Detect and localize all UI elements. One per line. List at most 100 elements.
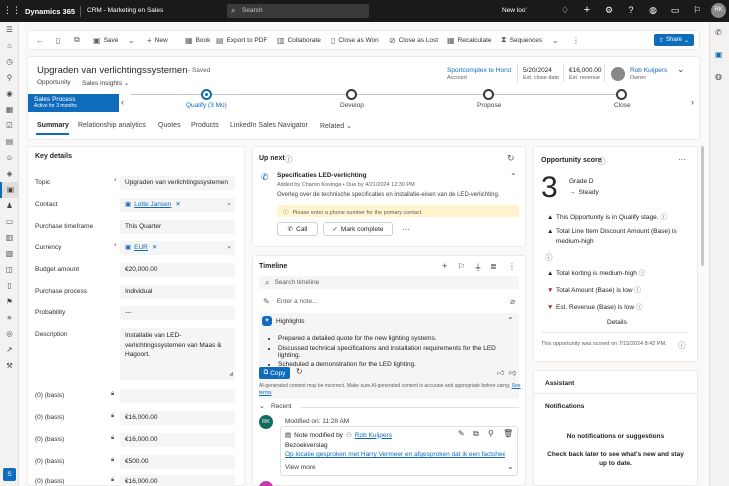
- share-button[interactable]: ⇪ Share ⌄: [654, 34, 694, 46]
- tab-summary[interactable]: Summary: [37, 122, 69, 129]
- copilot-icon[interactable]: ◍: [647, 5, 659, 16]
- mark-complete-button[interactable]: ✓ Mark complete: [323, 222, 393, 236]
- task-title[interactable]: Specificaties LED-verlichting: [277, 172, 367, 179]
- sequences-button[interactable]: ⧗ Sequences: [501, 31, 542, 49]
- remove-icon[interactable]: ✕: [152, 241, 157, 255]
- book-button[interactable]: ▦ Book: [185, 31, 210, 49]
- documents-icon[interactable]: ▯: [0, 278, 19, 294]
- filter-icon[interactable]: ⏚: [474, 262, 482, 273]
- bpf-stage-close[interactable]: [616, 89, 627, 100]
- edit-icon[interactable]: ✎: [458, 429, 465, 438]
- details-link[interactable]: Details: [607, 319, 627, 326]
- chevron-up-icon[interactable]: ⌃: [507, 316, 514, 325]
- info-icon[interactable]: ⓘ: [285, 154, 293, 165]
- pin-icon[interactable]: ⚲: [488, 429, 494, 438]
- competitors-icon[interactable]: ♟: [0, 198, 19, 214]
- info-icon[interactable]: ⓘ: [660, 214, 667, 221]
- new-button[interactable]: + New: [147, 31, 168, 49]
- note-input[interactable]: ✎ Enter a note... ⌀: [259, 295, 519, 308]
- forecasts-icon[interactable]: ↗: [0, 342, 19, 358]
- probability-field[interactable]: ---: [120, 306, 235, 320]
- chevron-right-icon[interactable]: ›: [691, 97, 694, 107]
- tab-linkedin-sales-navigator[interactable]: LinkedIn Sales Navigator: [230, 122, 308, 129]
- collaborate-button[interactable]: ▥ Collaborate: [277, 31, 321, 49]
- copilot-pane-icon[interactable]: ◍: [715, 72, 722, 81]
- add-icon[interactable]: +: [581, 4, 593, 16]
- invoices-icon[interactable]: ▧: [0, 246, 19, 262]
- tools-icon[interactable]: ⚒: [0, 358, 19, 374]
- view-more-link[interactable]: View more: [285, 464, 316, 471]
- resize-handle-icon[interactable]: ◢: [229, 370, 233, 380]
- more-commands-chevron[interactable]: ⌄: [552, 31, 559, 49]
- page-scrollbar[interactable]: [701, 146, 704, 266]
- call-button[interactable]: ✆ Call: [277, 222, 318, 236]
- entry-author-link[interactable]: Rob Kuijpers: [355, 432, 392, 439]
- user-avatar[interactable]: RK: [711, 3, 726, 18]
- tab-quotes[interactable]: Quotes: [158, 122, 181, 129]
- leads-icon[interactable]: ◈: [0, 166, 19, 182]
- open-new-window-button[interactable]: ⧉: [74, 31, 80, 49]
- more-commands-button[interactable]: ⋮: [572, 31, 580, 49]
- contact-link[interactable]: Lotte Jansen: [134, 198, 171, 212]
- remote-assist-icon[interactable]: ⚐: [691, 5, 703, 16]
- info-icon[interactable]: ⓘ: [634, 287, 641, 294]
- info-icon[interactable]: ⓘ: [545, 252, 553, 263]
- settings-icon[interactable]: ⚙: [603, 5, 615, 16]
- close-as-lost-button[interactable]: ⊘ Close as Lost: [389, 31, 438, 49]
- app-name[interactable]: CRM - Marketing en Sales: [87, 7, 163, 14]
- quotes-icon[interactable]: ▭: [0, 214, 19, 230]
- purchase-timeframe-select[interactable]: This Quarter: [120, 220, 235, 234]
- more-options-icon[interactable]: ···: [678, 155, 686, 164]
- more-vertical-icon[interactable]: ⋮: [508, 262, 516, 271]
- info-icon[interactable]: ⓘ: [639, 270, 646, 277]
- process-stage-flyout[interactable]: Sales Process Active for 3 months: [28, 94, 119, 112]
- chevron-down-icon[interactable]: ⌄: [507, 462, 514, 471]
- refresh-icon[interactable]: ↻: [507, 153, 515, 164]
- home-icon[interactable]: ⌂: [0, 38, 19, 54]
- back-button[interactable]: ←: [36, 31, 44, 49]
- sales-accelerator-icon[interactable]: ◉: [0, 86, 19, 102]
- accounts-icon[interactable]: ▤: [0, 134, 19, 150]
- activities-icon[interactable]: ☑: [0, 118, 19, 134]
- opportunities-icon[interactable]: ▣: [0, 182, 19, 198]
- more-options-icon[interactable]: ···: [402, 225, 410, 234]
- menu-icon[interactable]: ☰: [0, 22, 19, 38]
- recent-icon[interactable]: ◷: [0, 54, 19, 70]
- area-switcher-button[interactable]: S: [3, 468, 16, 481]
- entry-attachment-link[interactable]: Op locatie gesproken met Harry Vermeer e…: [285, 451, 505, 458]
- form-selector[interactable]: Sales insights ⌄: [82, 79, 129, 87]
- info-icon[interactable]: ⓘ: [678, 340, 686, 351]
- bpf-stage-propose[interactable]: [483, 89, 494, 100]
- expand-header-icon[interactable]: ⌄: [677, 64, 685, 75]
- global-search-input[interactable]: ⌕ Search: [227, 4, 369, 18]
- owner-link[interactable]: Rob Kuijpers: [630, 67, 667, 74]
- orders-icon[interactable]: ▥: [0, 230, 19, 246]
- search-icon[interactable]: ⌕: [227, 198, 231, 212]
- bpf-stage-qualify[interactable]: [201, 89, 212, 100]
- thumbs-up-icon[interactable]: 👍︎: [497, 368, 504, 377]
- goals-icon[interactable]: ◎: [0, 326, 19, 342]
- bpf-stage-develop[interactable]: [346, 89, 357, 100]
- chevron-up-icon[interactable]: ⌃: [510, 172, 517, 181]
- currency-lookup[interactable]: ▣ EUR ✕ ⌕: [120, 241, 235, 255]
- export-pdf-button[interactable]: ▤ Export to PDF: [216, 31, 267, 49]
- app-launcher-icon[interactable]: ⋮⋮: [3, 5, 21, 16]
- contact-lookup[interactable]: ▣ Lotte Jansen ✕ ⌕: [120, 198, 235, 212]
- info-icon[interactable]: ⓘ: [598, 156, 606, 167]
- copy-icon[interactable]: ⧉: [473, 429, 479, 439]
- info-icon[interactable]: ⓘ: [636, 304, 643, 311]
- campaigns-icon[interactable]: ⚑: [0, 294, 19, 310]
- products-icon[interactable]: ◫: [0, 262, 19, 278]
- timeline-search-input[interactable]: ⌕ Search timeline: [259, 276, 519, 289]
- assistant-icon[interactable]: ▣: [715, 50, 723, 59]
- delete-icon[interactable]: 🗑︎: [503, 429, 513, 438]
- description-field[interactable]: Installatie van LED-verlichtingssystemen…: [120, 328, 235, 380]
- copy-button[interactable]: ⧉ Copy: [259, 367, 290, 379]
- add-icon[interactable]: +: [442, 261, 448, 272]
- chevron-down-icon[interactable]: ⌄: [259, 402, 265, 410]
- budget-amount-field[interactable]: €20,000.00: [120, 263, 235, 277]
- purchase-process-select[interactable]: Individual: [120, 285, 235, 299]
- close-as-won-button[interactable]: ▯ Close as Won: [331, 31, 379, 49]
- form-view-button[interactable]: ▯: [56, 31, 60, 49]
- feedback-icon[interactable]: ▭: [669, 5, 681, 16]
